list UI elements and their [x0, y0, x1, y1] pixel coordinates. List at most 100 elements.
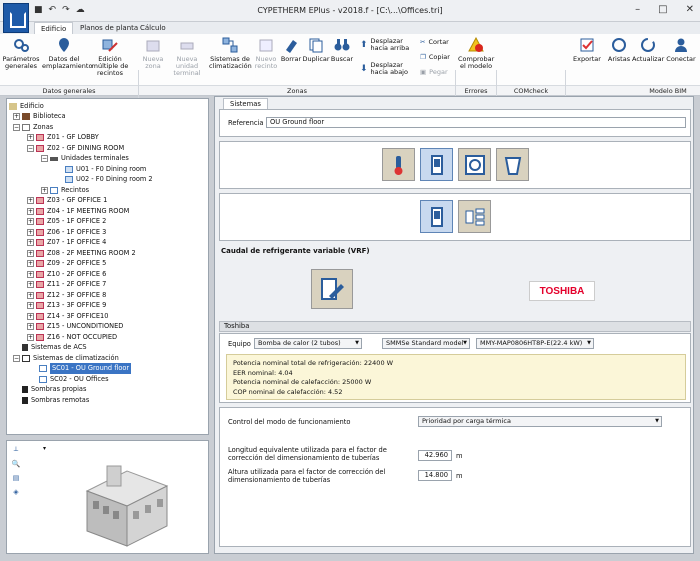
copiar-button[interactable]: ❐ Copiar	[420, 53, 450, 61]
comprobar-modelo-button[interactable]: Comprobar el modelo	[458, 36, 494, 70]
modelo-select[interactable]: MMY-MAP0806HT8P-E(22.4 kW)	[476, 338, 594, 349]
parametros-button[interactable]: Parámetros generales	[2, 36, 40, 70]
expand-icon[interactable]: +	[27, 134, 34, 142]
tab-calculo[interactable]: Cálculo	[134, 22, 172, 34]
manufacturer-edit-button[interactable]	[311, 269, 353, 309]
expand-icon[interactable]: +	[27, 197, 34, 205]
tree-zone-item[interactable]: + Z07 - 1F OFFICE 4	[9, 238, 206, 249]
cortar-button[interactable]: ✂ Cortar	[420, 38, 449, 46]
tab-sistemas[interactable]: Sistemas	[223, 98, 268, 109]
expand-icon[interactable]: +	[27, 312, 34, 320]
tree-unidades[interactable]: − Unidades terminales	[9, 154, 206, 165]
tree-zone-item[interactable]: + Z11 - 2F OFFICE 7	[9, 280, 206, 291]
borrar-button[interactable]: Borrar	[280, 36, 302, 63]
altura-input[interactable]: 14.800	[418, 470, 452, 481]
sistemas-climatizacion-button[interactable]: Sistemas de climatización	[209, 36, 252, 70]
outdoor-unit-button[interactable]	[420, 148, 453, 181]
cooling-tower-button[interactable]	[496, 148, 529, 181]
expand-icon[interactable]: +	[27, 218, 34, 226]
minimize-icon[interactable]: –	[635, 4, 640, 15]
edicion-multiple-button[interactable]: Edición múltiple de recintos	[88, 36, 132, 77]
exportar-button[interactable]: Exportar	[570, 36, 604, 63]
tree-sombras-remotas[interactable]: Sombras remotas	[9, 395, 206, 406]
tree-zone-item[interactable]: − Z02 - GF DINING ROOM	[9, 143, 206, 154]
expand-icon[interactable]: +	[27, 239, 34, 247]
vrf-button[interactable]	[420, 200, 453, 233]
tree-zone-item[interactable]: + Z08 - 2F MEETING ROOM 2	[9, 248, 206, 259]
tree-recintos[interactable]: + Recintos	[9, 185, 206, 196]
tree-zone-item[interactable]: + Z04 - 1F MEETING ROOM	[9, 206, 206, 217]
tree-zone-item[interactable]: + Z15 - UNCONDITIONED	[9, 322, 206, 333]
duplicar-button[interactable]: Duplicar	[302, 36, 330, 63]
expand-icon[interactable]: +	[41, 186, 48, 194]
expand-icon[interactable]: +	[27, 249, 34, 257]
emplazamiento-button[interactable]: Datos del emplazamiento	[42, 36, 92, 70]
aristas-button[interactable]: Aristas	[606, 36, 632, 63]
close-icon[interactable]: ✕	[686, 4, 694, 15]
expand-icon[interactable]: +	[27, 207, 34, 215]
tree-zone-item[interactable]: + Z16 - NOT OCCUPIED	[9, 332, 206, 343]
collapse-icon[interactable]: −	[27, 144, 34, 152]
tree-zone-item[interactable]: + Z05 - 1F OFFICE 2	[9, 217, 206, 228]
tree-climatizacion[interactable]: − Sistemas de climatización	[9, 353, 206, 364]
tree-sc01[interactable]: SC01 - OU Ground floor	[9, 363, 206, 375]
expand-icon[interactable]: +	[27, 260, 34, 268]
tree-zone-item[interactable]: + Z06 - 1F OFFICE 3	[9, 227, 206, 238]
tree-zone-item[interactable]: + Z14 - 3F OFFICE10	[9, 311, 206, 322]
expand-icon[interactable]: +	[27, 323, 34, 331]
nuevo-recinto-button[interactable]: Nuevo recinto	[252, 36, 280, 70]
shield-icon[interactable]: ◈	[13, 488, 18, 496]
axes-icon[interactable]: ⟂	[14, 445, 19, 454]
expand-icon[interactable]: +	[27, 281, 34, 289]
thermometer-button[interactable]	[382, 148, 415, 181]
expand-icon[interactable]: +	[27, 228, 34, 236]
actualizar-button[interactable]: Actualizar	[632, 36, 664, 63]
collapse-icon[interactable]: −	[13, 354, 20, 362]
shade-icon	[22, 396, 28, 404]
tree-zone-item[interactable]: + Z12 - 3F OFFICE 8	[9, 290, 206, 301]
tree-unit-item[interactable]: U02 - F0 Dining room 2	[9, 175, 206, 186]
tree-acs[interactable]: Sistemas de ACS	[9, 343, 206, 354]
tree-unit-item[interactable]: U01 - F0 Dining room	[9, 164, 206, 175]
tree-edificio[interactable]: Edificio	[9, 101, 206, 112]
expand-icon[interactable]: +	[27, 291, 34, 299]
expand-icon[interactable]: +	[27, 333, 34, 341]
multi-split-button[interactable]	[458, 200, 491, 233]
buscar-button[interactable]: Buscar	[330, 36, 354, 63]
nueva-zona-button[interactable]: Nueva zona	[140, 36, 166, 70]
nueva-unidad-button[interactable]: Nueva unidad terminal	[167, 36, 207, 77]
tree-zone-item[interactable]: + Z03 - GF OFFICE 1	[9, 196, 206, 207]
tree-zone-item[interactable]: + Z13 - 3F OFFICE 9	[9, 301, 206, 312]
collapse-icon[interactable]: −	[41, 155, 48, 163]
tree-biblioteca[interactable]: + Biblioteca	[9, 112, 206, 123]
conectar-button[interactable]: Conectar	[664, 36, 698, 63]
zoom-icon[interactable]: 🔍	[12, 460, 21, 468]
longitud-input[interactable]: 42.960	[418, 450, 452, 461]
desplazar-abajo-button[interactable]: ⬇ Desplazar hacia abajo	[360, 62, 416, 76]
multi-edit-icon	[101, 36, 119, 54]
app-logo-icon[interactable]	[3, 3, 29, 33]
equipo-select[interactable]: Bomba de calor (2 tubos)	[254, 338, 362, 349]
tree-zone-item[interactable]: + Z10 - 2F OFFICE 6	[9, 269, 206, 280]
tree-zone-item[interactable]: + Z09 - 2F OFFICE 5	[9, 259, 206, 270]
expand-icon[interactable]: +	[13, 113, 20, 121]
3d-view-panel[interactable]: ⟂ 🔍 ▤ ◈ ▾	[6, 440, 209, 554]
expand-icon[interactable]: +	[27, 302, 34, 310]
pegar-button[interactable]: ▣ Pegar	[420, 68, 448, 76]
tree-zone-item[interactable]: + Z01 - GF LOBBY	[9, 133, 206, 144]
layers-icon[interactable]: ▤	[13, 474, 20, 482]
serie-select[interactable]: SMMSe Standard model	[382, 338, 470, 349]
tree-sombras-propias[interactable]: Sombras propias	[9, 385, 206, 396]
expand-icon[interactable]: +	[27, 270, 34, 278]
tab-edificio[interactable]: Edificio	[34, 22, 74, 34]
control-modo-select[interactable]: Prioridad por carga térmica	[418, 416, 662, 427]
tree-sc02[interactable]: SC02 - OU Offices	[9, 374, 206, 385]
maximize-icon[interactable]: □	[658, 4, 667, 15]
zoom-dropdown-icon[interactable]: ▾	[43, 445, 46, 452]
collapse-icon[interactable]: −	[13, 123, 20, 131]
fan-button[interactable]	[458, 148, 491, 181]
desplazar-arriba-button[interactable]: ⬆ Desplazar hacia arriba	[360, 38, 416, 52]
tree-zonas[interactable]: − Zonas	[9, 122, 206, 133]
toshiba-logo[interactable]: TOSHIBA	[529, 281, 595, 301]
referencia-input[interactable]: OU Ground floor	[266, 117, 686, 128]
